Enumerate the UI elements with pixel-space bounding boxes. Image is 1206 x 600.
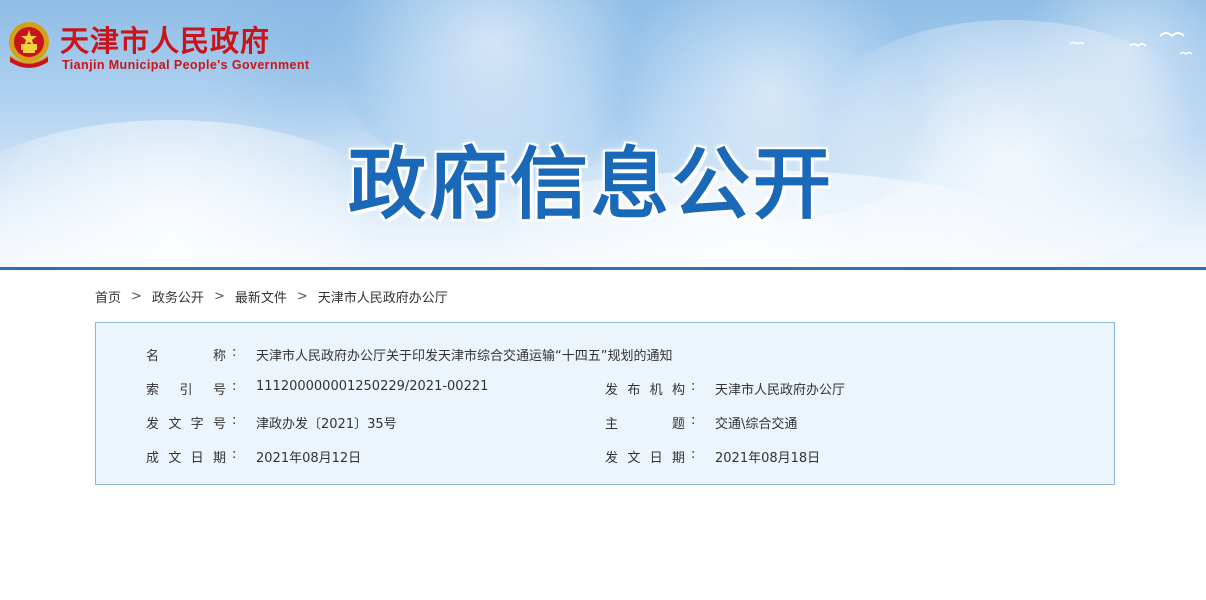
breadcrumb-latest-docs-link[interactable]: 最新文件 xyxy=(235,287,287,306)
header-divider xyxy=(0,267,1206,270)
breadcrumb-separator: > xyxy=(213,289,225,304)
info-row-doc-no: 发文字号 : 津政办发〔2021〕35号 主题 : 交通\综合交通 xyxy=(96,413,1116,433)
subject-value: 交通\综合交通 xyxy=(715,417,798,432)
published-date-value: 2021年08月18日 xyxy=(715,451,821,466)
index-no-value: 111200000001250229/2021-00221 xyxy=(256,379,489,394)
breadcrumb-separator: > xyxy=(131,289,142,304)
document-name-value: 天津市人民政府办公厅关于印发天津市综合交通运输“十四五”规划的通知 xyxy=(256,349,673,364)
subject-label: 主题 xyxy=(605,417,685,432)
breadcrumb-home-link[interactable]: 首页 xyxy=(95,287,121,306)
index-no-label: 索引号 xyxy=(146,383,226,398)
doc-number-value: 津政办发〔2021〕35号 xyxy=(256,417,397,432)
colon: : xyxy=(691,447,696,462)
birds-icon xyxy=(1069,32,1193,55)
issuer-label: 发布机构 xyxy=(605,383,685,398)
site-name[interactable]: 天津市人民政府 xyxy=(60,18,270,60)
colon: : xyxy=(691,379,696,394)
document-info-panel: 名称 : 天津市人民政府办公厅关于印发天津市综合交通运输“十四五”规划的通知 索… xyxy=(95,322,1115,485)
breadcrumb-separator: > xyxy=(296,289,308,304)
created-date-value: 2021年08月12日 xyxy=(256,451,362,466)
issuer-value: 天津市人民政府办公厅 xyxy=(715,383,846,398)
info-row-dates: 成文日期 : 2021年08月12日 发文日期 : 2021年08月18日 xyxy=(96,447,1116,467)
colon: : xyxy=(691,413,696,428)
breadcrumb-office-link[interactable]: 天津市人民政府办公厅 xyxy=(318,287,448,306)
header-banner: 天津市人民政府 Tianjin Municipal People's Gover… xyxy=(0,0,1206,267)
breadcrumb: 首页 > 政务公开 > 最新文件 > 天津市人民政府办公厅 xyxy=(95,287,448,306)
published-date-label: 发文日期 xyxy=(605,451,685,466)
doc-number-label: 发文字号 xyxy=(146,417,226,432)
name-label: 名称 xyxy=(146,349,226,364)
colon: : xyxy=(232,379,237,394)
info-row-name: 名称 : 天津市人民政府办公厅关于印发天津市综合交通运输“十四五”规划的通知 xyxy=(96,345,1116,365)
info-row-index: 索引号 : 111200000001250229/2021-00221 发布机构… xyxy=(96,379,1116,399)
page-banner-title: 政府信息公开 xyxy=(348,140,835,230)
colon: : xyxy=(232,447,237,462)
breadcrumb-gov-affairs-link[interactable]: 政务公开 xyxy=(152,287,204,306)
national-emblem-icon xyxy=(9,22,49,68)
site-name-english[interactable]: Tianjin Municipal People's Government xyxy=(62,58,309,72)
colon: : xyxy=(232,345,237,360)
created-date-label: 成文日期 xyxy=(146,451,226,466)
colon: : xyxy=(232,413,237,428)
